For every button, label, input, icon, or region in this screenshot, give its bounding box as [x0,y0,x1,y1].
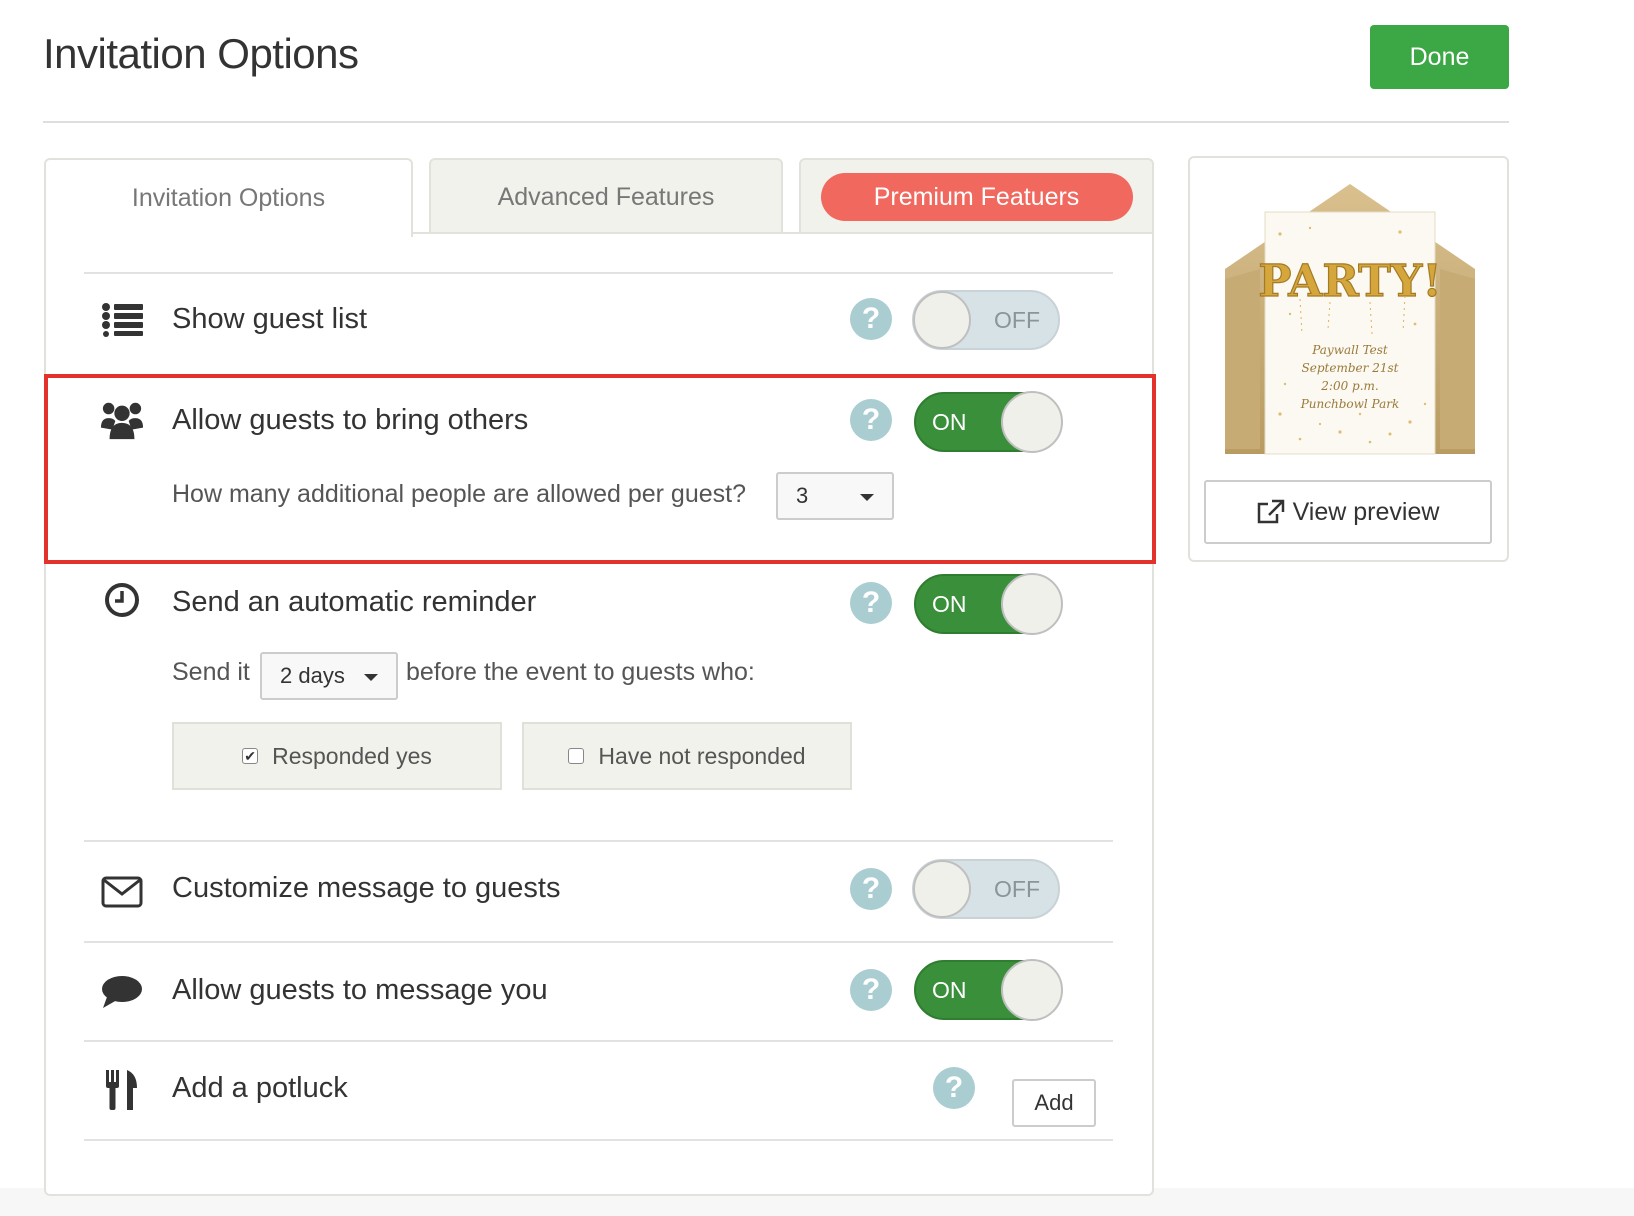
title-divider [43,121,1509,123]
not-responded-checkbox[interactable]: Have not responded [522,722,852,790]
responded-yes-checkbox[interactable]: ✔ Responded yes [172,722,502,790]
checkbox-label: Responded yes [272,742,432,769]
reminder-label: Send an automatic reminder [172,586,537,618]
card-line-2: September 21st [1302,361,1399,375]
send-it-suffix: before the event to guests who: [406,658,755,686]
row-divider [84,941,1113,943]
row-divider [84,1040,1113,1042]
row-divider [84,1139,1113,1141]
view-preview-button[interactable]: View preview [1204,480,1492,544]
help-icon[interactable]: ? [850,582,892,624]
toggle-state: OFF [994,307,1040,333]
tab-advanced-features[interactable]: Advanced Features [429,158,783,236]
help-icon[interactable]: ? [850,298,892,340]
guest-list-toggle[interactable]: OFF [912,290,1060,350]
tab-underline [413,232,1154,234]
send-it-prefix: Send it [172,658,250,686]
select-value: 2 days [280,663,345,688]
external-link-icon [1257,499,1284,524]
caret-down-icon [364,674,378,681]
guest-list-label: Show guest list [172,303,368,335]
toggle-state: ON [932,977,967,1003]
help-icon[interactable]: ? [850,969,892,1011]
clock-icon [100,578,144,622]
message-you-toggle[interactable]: ON [914,959,1063,1021]
tab-invitation-options[interactable]: Invitation Options [44,158,413,237]
row-divider [84,840,1113,842]
checkbox-checked-icon: ✔ [242,748,259,764]
checkbox-unchecked-icon [568,748,585,764]
tab-label: Invitation Options [131,184,326,212]
checkbox-label: Have not responded [598,742,806,769]
custom-message-toggle[interactable]: OFF [912,859,1060,919]
fork-knife-icon [100,1068,144,1112]
toggle-knob [1001,391,1063,453]
premium-pill: Premium Featuers [820,173,1133,221]
invitation-thumbnail[interactable]: PARTY! Paywall Test September 21st 2:00 … [1220,184,1480,464]
envelope-icon [100,870,144,914]
card-line-1: Paywall Test [1311,343,1388,357]
bring-others-toggle[interactable]: ON [914,391,1063,453]
tab-premium-features[interactable]: Premium Featuers [799,158,1154,236]
view-preview-label: View preview [1292,497,1440,526]
page-title: Invitation Options [43,30,359,77]
help-icon[interactable]: ? [850,399,892,441]
custom-message-label: Customize message to guests [172,872,561,904]
help-icon[interactable]: ? [933,1067,975,1109]
group-icon [100,398,144,442]
message-you-label: Allow guests to message you [172,974,548,1006]
toggle-knob [913,291,971,349]
toggle-knob [1001,959,1063,1021]
reminder-days-select[interactable]: 2 days [260,652,398,700]
options-panel [44,232,1154,1196]
help-icon[interactable]: ? [850,868,892,910]
card-headline: PARTY! [1258,256,1441,307]
card-line-3: 2:00 p.m. [1320,379,1378,393]
speech-bubble-icon [100,970,144,1014]
toggle-state: OFF [994,876,1040,902]
list-icon [100,298,144,342]
caret-down-icon [860,494,874,501]
toggle-knob [1001,573,1063,635]
toggle-state: ON [932,409,967,435]
additional-people-question: How many additional people are allowed p… [172,480,746,508]
select-value: 3 [796,483,809,508]
bring-others-label: Allow guests to bring others [172,404,529,436]
card-line-4: Punchbowl Park [1300,397,1400,411]
reminder-toggle[interactable]: ON [914,573,1063,635]
done-button[interactable]: Done [1370,25,1509,89]
tab-label: Advanced Features [497,182,715,211]
additional-people-select[interactable]: 3 [776,472,894,520]
add-potluck-button[interactable]: Add [1012,1079,1096,1127]
potluck-label: Add a potluck [172,1072,348,1104]
toggle-state: ON [932,591,967,617]
toggle-knob [913,860,971,918]
row-divider [84,272,1113,274]
